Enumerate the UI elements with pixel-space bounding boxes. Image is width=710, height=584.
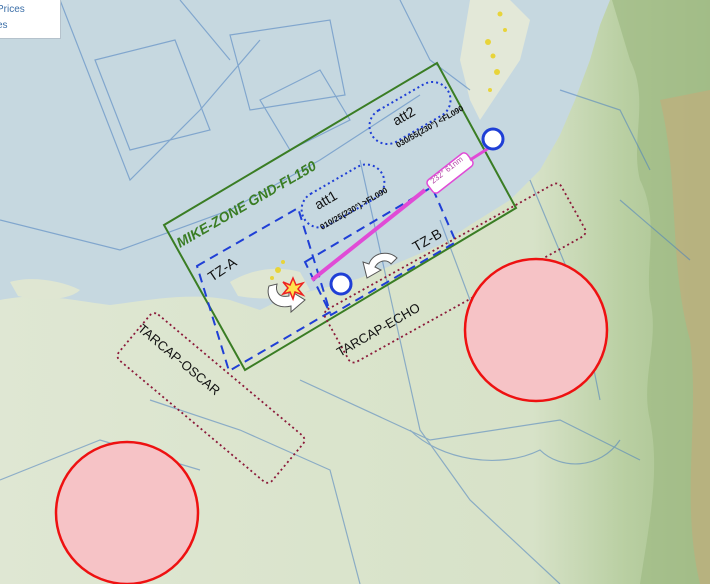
map-legend-panel: Prices es — [0, 0, 61, 39]
legend-line-1[interactable]: Prices — [0, 4, 25, 15]
threat-circle-southwest[interactable] — [54, 440, 200, 584]
waypoint-end[interactable] — [481, 127, 505, 151]
legend-line-2[interactable]: es — [0, 20, 8, 31]
threat-circle-east[interactable] — [463, 257, 609, 403]
waypoint-start[interactable] — [329, 272, 353, 296]
map-canvas[interactable]: MIKE-ZONE GND-FL150 TZ-A TZ-B att1 att2 … — [0, 0, 710, 584]
